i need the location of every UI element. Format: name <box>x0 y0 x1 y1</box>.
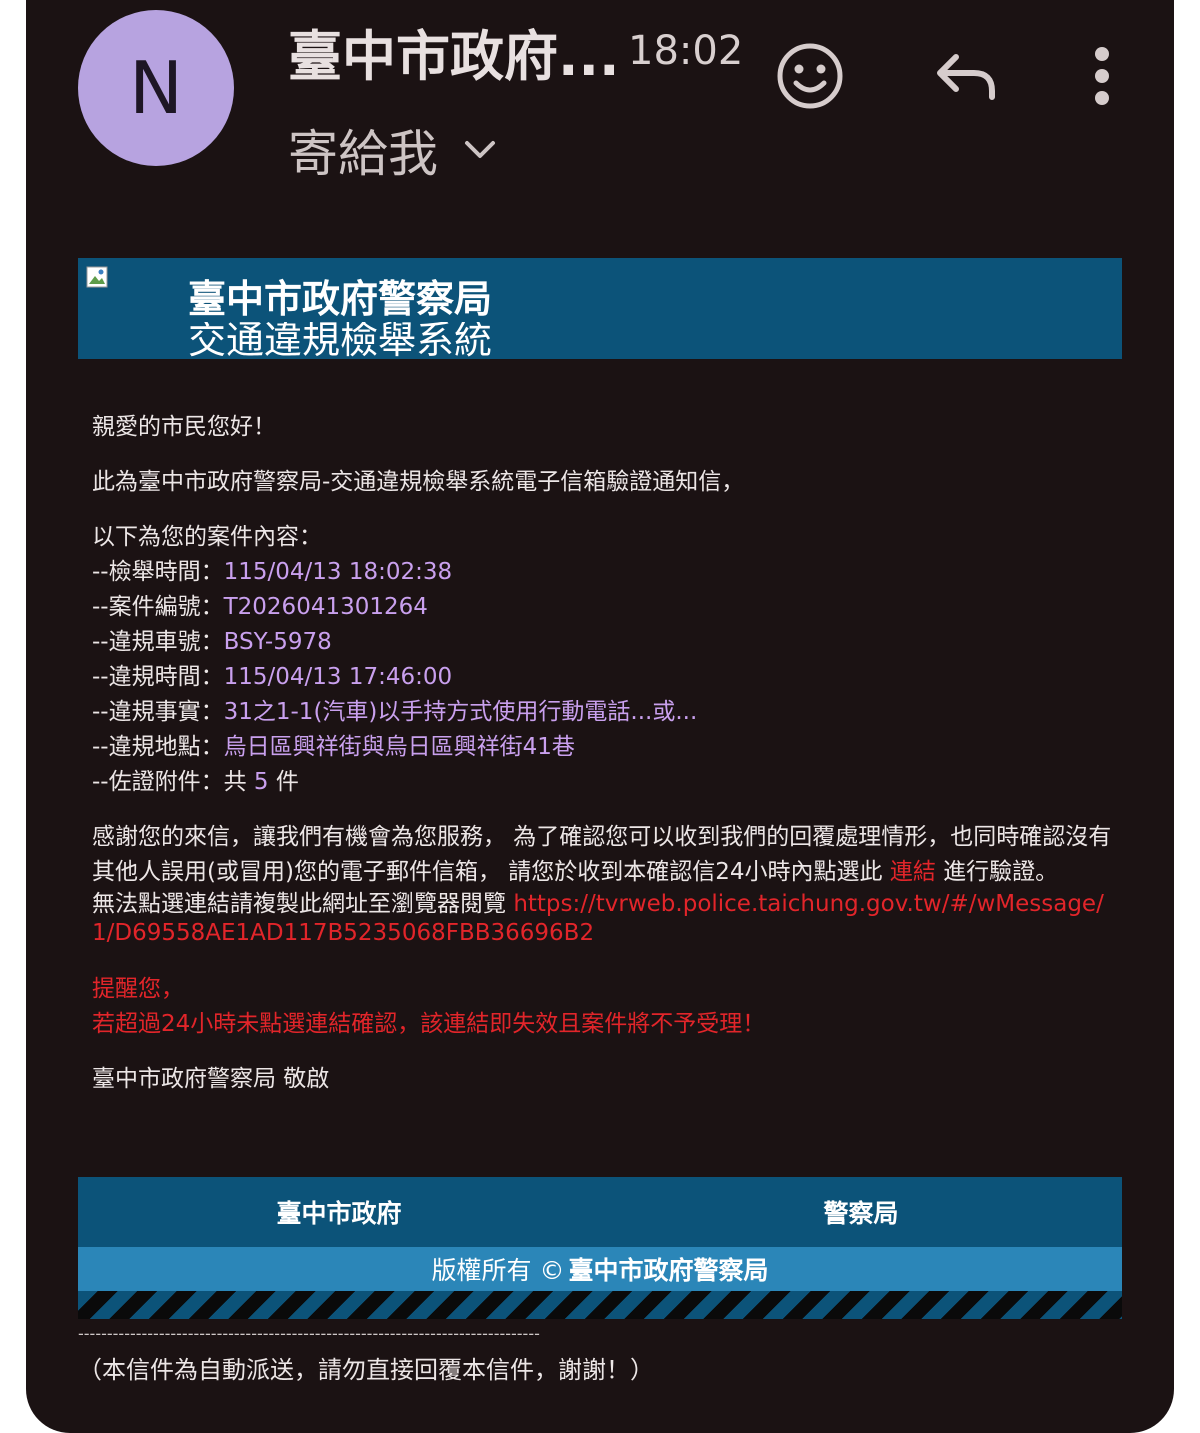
auto-send-note: （本信件為自動派送，請勿直接回覆本信件，謝謝！） <box>78 1356 654 1384</box>
case-field-value: BSY-5978 <box>223 629 332 655</box>
case-fields: --檢舉時間：115/04/13 18:02:38 --案件編號：T2026041… <box>92 555 1122 765</box>
attachments-count: 5 <box>253 769 269 795</box>
thanks-text-2: 進行驗證。 <box>935 859 1059 885</box>
reminder-text: 若超過24小時未點選連結確認，該連結即失效且案件將不予受理！ <box>92 1011 766 1037</box>
email-header: N 臺中市政府... 18:02 寄給我 <box>26 0 1174 200</box>
more-vert-icon <box>1095 47 1109 105</box>
thanks-paragraph: 感謝您的來信，讓我們有機會為您服務， 為了確認您可以收到我們的回覆處理情形，也同… <box>92 820 1122 890</box>
email-footer: 臺中市政府 警察局 版權所有 © 臺中市政府警察局 <box>78 1177 1122 1319</box>
case-field-value: T2026041301264 <box>223 594 428 620</box>
case-field-value: 31之1-1(汽車)以手持方式使用行動電話...或... <box>223 699 698 725</box>
case-field-row: --違規事實：31之1-1(汽車)以手持方式使用行動電話...或... <box>92 695 1122 730</box>
emoji-reaction-button[interactable] <box>772 38 848 114</box>
case-field-value: 115/04/13 17:46:00 <box>223 664 453 690</box>
greeting: 親愛的市民您好！ <box>92 414 276 440</box>
copyright-owner: 臺中市政府警察局 <box>568 1256 769 1285</box>
email-banner: 臺中市政府警察局 交通違規檢舉系統 <box>78 258 1122 359</box>
case-field-label: --違規事實： <box>92 699 224 725</box>
case-field-value: 烏日區興祥街與烏日區興祥街41巷 <box>223 734 575 760</box>
case-field-label: --違規地點： <box>92 734 224 760</box>
case-field-label: --案件編號： <box>92 594 224 620</box>
reminder-title: 提醒您， <box>92 976 184 1002</box>
reply-button[interactable] <box>930 40 1002 112</box>
broken-image-icon <box>86 266 108 288</box>
signature: 臺中市政府警察局 敬啟 <box>92 1066 330 1092</box>
separator-dashes: ----------------------------------------… <box>78 1324 540 1343</box>
copyright-prefix: 版權所有 © <box>431 1256 565 1285</box>
case-field-label: --檢舉時間： <box>92 559 224 585</box>
recipient-toggle[interactable]: 寄給我 <box>288 114 498 186</box>
case-field-row: --檢舉時間：115/04/13 18:02:38 <box>92 555 1122 590</box>
footer-copyright: 版權所有 © 臺中市政府警察局 <box>78 1247 1122 1291</box>
footer-link-city-government[interactable]: 臺中市政府 <box>78 1177 600 1247</box>
case-field-value: 115/04/13 18:02:38 <box>223 559 453 585</box>
emoji-icon <box>777 43 843 109</box>
case-field-row: --違規車號：BSY-5978 <box>92 625 1122 660</box>
chevron-down-icon <box>465 141 495 158</box>
received-time: 18:02 <box>628 28 744 74</box>
attachments-unit: 件 <box>268 769 299 795</box>
footer-stripes <box>78 1291 1122 1319</box>
email-card: N 臺中市政府... 18:02 寄給我 臺中市政府警察局 交通違規檢舉系統 親… <box>26 0 1174 1433</box>
sender-name[interactable]: 臺中市政府... <box>288 12 620 91</box>
banner-subtitle: 交通違規檢舉系統 <box>188 322 493 359</box>
recipient-label: 寄給我 <box>288 125 438 183</box>
footer-links: 臺中市政府 警察局 <box>78 1177 1122 1247</box>
copy-prompt: 無法點選連結請複製此網址至瀏覽器閱覽 <box>92 891 514 917</box>
copy-url-paragraph: 無法點選連結請複製此網址至瀏覽器閱覽 https://tvrweb.police… <box>92 890 1122 948</box>
attachments-line: --佐證附件：共 5 件 <box>92 765 1122 800</box>
case-field-label: --違規車號： <box>92 629 224 655</box>
case-field-label: --違規時間： <box>92 664 224 690</box>
case-field-row: --違規時間：115/04/13 17:46:00 <box>92 660 1122 695</box>
case-heading: 以下為您的案件內容： <box>92 524 322 550</box>
reply-icon <box>937 54 995 100</box>
avatar[interactable]: N <box>78 10 234 166</box>
case-field-row: --案件編號：T2026041301264 <box>92 590 1122 625</box>
email-body: 親愛的市民您好！ 此為臺中市政府警察局-交通違規檢舉系統電子信箱驗證通知信， 以… <box>92 410 1122 1097</box>
more-options-button[interactable] <box>1082 40 1122 112</box>
attachments-label: --佐證附件：共 <box>92 769 254 795</box>
footer-link-police-bureau[interactable]: 警察局 <box>600 1177 1122 1247</box>
intro-text: 此為臺中市政府警察局-交通違規檢舉系統電子信箱驗證通知信， <box>92 469 745 495</box>
banner-title: 臺中市政府警察局 <box>188 277 493 321</box>
case-field-row: --違規地點：烏日區興祥街與烏日區興祥街41巷 <box>92 730 1122 765</box>
verify-link[interactable]: 連結 <box>890 859 936 885</box>
